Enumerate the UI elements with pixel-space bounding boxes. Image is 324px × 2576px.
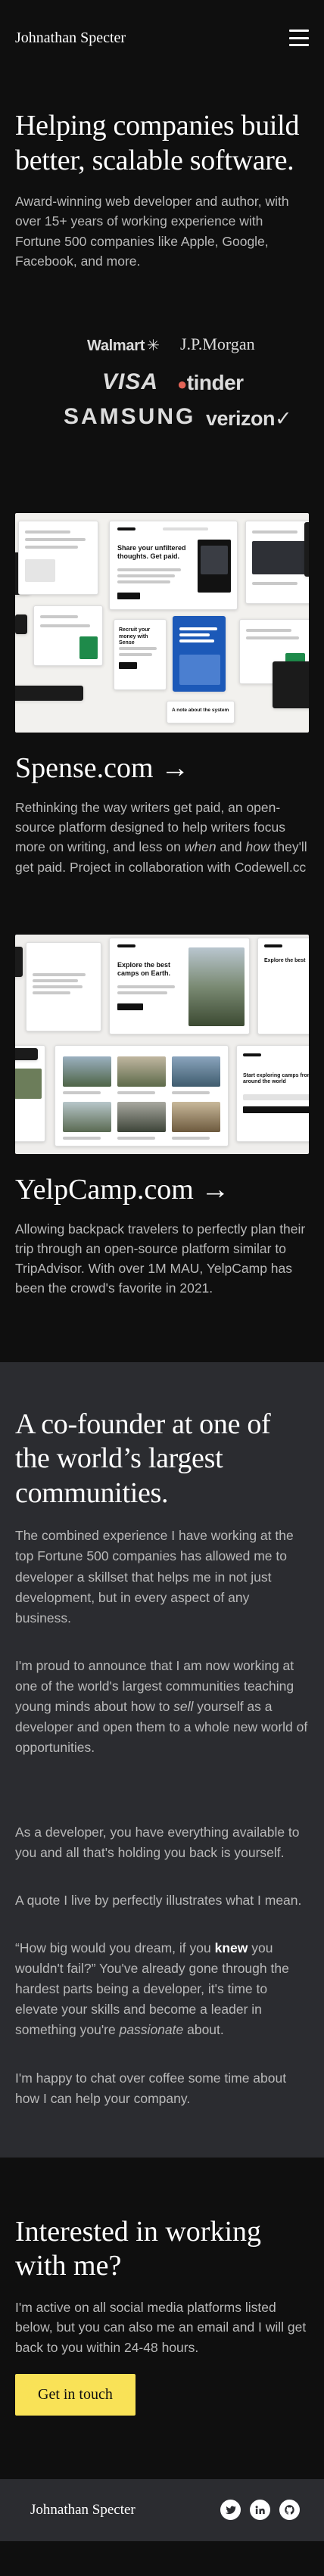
contact-section: Interested in working with me? I'm activ… (0, 2158, 324, 2479)
hero-description: Award-winning web developer and author, … (15, 194, 289, 269)
hero-title: Helping companies build better, scalable… (15, 110, 300, 176)
text-emphasis: passionate (119, 2022, 184, 2038)
get-in-touch-button[interactable]: Get in touch (15, 2373, 136, 2416)
mock-card (15, 614, 27, 635)
mock-card (15, 946, 23, 977)
hamburger-menu-icon[interactable] (289, 30, 309, 46)
spense-screenshot[interactable]: Share your unfiltered thoughts. Get paid… (15, 513, 309, 733)
project-description: Allowing backpack travelers to perfectly… (15, 1221, 306, 1296)
cofounder-paragraph: I'm proud to announce that I am now work… (15, 1656, 309, 1759)
quote-paragraph: “How big would you dream, if you knew yo… (15, 1938, 309, 2041)
menu-bar (289, 44, 309, 46)
mock-card: Explore the best (257, 937, 309, 1034)
visa-logo: VISA (102, 369, 159, 395)
walmart-logo-text: Walmart (87, 338, 145, 355)
walmart-logo: Walmart ✳ (87, 336, 160, 355)
mock-card (15, 1047, 38, 1060)
mock-card (273, 661, 309, 709)
samsung-logo: SAMSUNG (64, 404, 196, 430)
menu-bar (289, 36, 309, 39)
mock-footer-text: Start exploring camps from all around th… (243, 1072, 309, 1085)
mock-card (33, 605, 103, 667)
twitter-icon[interactable] (220, 2500, 241, 2521)
brand-name[interactable]: Johnathan Specter (15, 30, 126, 47)
text-emphasis: sell (173, 1699, 194, 1715)
mock-headline: Share your unfiltered thoughts. Get paid… (117, 544, 186, 560)
project-yelpcamp: Explore the best camps on Earth. Explore… (15, 934, 309, 1299)
mock-card: Recruit your money with Sense (114, 619, 167, 691)
text-emphasis: how (245, 839, 270, 855)
cofounder-paragraph: I'm happy to chat over coffee some time … (15, 2070, 287, 2106)
client-logos: Walmart ✳ J.P.Morgan VISA ●tinder SAMSUNG… (15, 328, 309, 456)
project-title-link[interactable]: YelpCamp.com → (15, 1174, 309, 1207)
tinder-logo-text: tinder (186, 371, 244, 395)
mock-main-card: Explore the best camps on Earth. (109, 937, 250, 1034)
spark-icon: ✳ (147, 338, 160, 355)
cofounder-paragraph: As a developer, you have everything avai… (15, 1824, 300, 1860)
mock-grid-card (55, 1044, 229, 1146)
contact-description: I'm active on all social media platforms… (15, 2300, 307, 2355)
mock-card (26, 941, 101, 1031)
text-segment: and (216, 839, 246, 855)
site-header: Johnathan Specter (0, 0, 324, 76)
text-emphasis: when (184, 839, 217, 855)
cofounder-section: A co-founder at one of the world’s large… (0, 1361, 324, 2158)
footer-brand[interactable]: Johnathan Specter (30, 2502, 136, 2518)
mock-main-card: Share your unfiltered thoughts. Get paid… (109, 521, 238, 611)
text-segment: about. (183, 2022, 224, 2038)
cofounder-title: A co-founder at one of the world’s large… (15, 1408, 271, 1509)
projects-section: Share your unfiltered thoughts. Get paid… (0, 513, 324, 1298)
mock-phone-card (173, 616, 226, 692)
mock-card (15, 686, 83, 702)
hero-section: Helping companies build better, scalable… (0, 76, 324, 456)
github-icon[interactable] (279, 2500, 300, 2521)
jpmorgan-logo: J.P.Morgan (180, 334, 255, 354)
yelpcamp-screenshot[interactable]: Explore the best camps on Earth. Explore… (15, 934, 309, 1154)
verizon-logo: verizon✓ (206, 407, 292, 431)
mock-headline: Explore the best camps on Earth. (117, 960, 171, 977)
cofounder-paragraph: The combined experience I have working a… (15, 1528, 294, 1626)
mock-card (245, 521, 309, 605)
flame-icon: ● (177, 375, 187, 394)
menu-bar (289, 30, 309, 32)
mock-card (304, 522, 309, 577)
contact-title: Interested in working with me? (15, 2215, 262, 2282)
project-description: Rethinking the way writers get paid, an … (15, 798, 309, 877)
tinder-logo: ●tinder (177, 371, 244, 395)
linkedin-icon[interactable] (250, 2500, 270, 2521)
mock-footer-text: A note about the system (172, 708, 229, 714)
project-title-link[interactable]: Spense.com → (15, 752, 309, 786)
cofounder-paragraph: A quote I live by perfectly illustrates … (15, 1892, 302, 1908)
mock-card-headline: Recruit your money with Sense (119, 627, 151, 646)
mock-card (18, 521, 98, 596)
site-footer: Johnathan Specter (0, 2478, 324, 2541)
text-strong: knew (214, 1940, 248, 1955)
text-segment: “How big would you dream, if you (15, 1940, 215, 1955)
mock-card: Start exploring camps from all around th… (236, 1044, 309, 1142)
mock-card: A note about the system (167, 701, 235, 724)
social-links (220, 2500, 300, 2521)
project-spense: Share your unfiltered thoughts. Get paid… (15, 513, 309, 877)
